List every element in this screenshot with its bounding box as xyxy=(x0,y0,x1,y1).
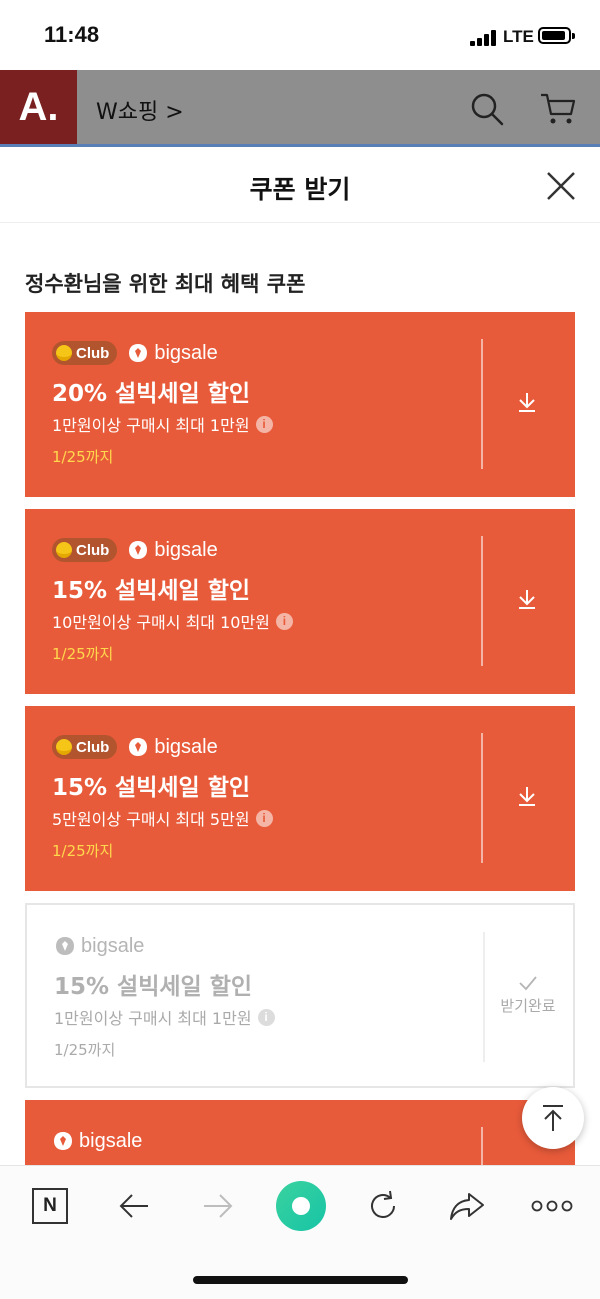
arrow-right-icon xyxy=(204,1194,233,1218)
bigsale-brand: bigsale xyxy=(52,1130,142,1153)
coupon-badges: bigsale xyxy=(54,933,144,959)
naver-home-button[interactable]: N xyxy=(30,1186,70,1226)
info-icon[interactable]: i xyxy=(275,612,293,630)
network-label: LTE xyxy=(503,27,534,46)
club-icon xyxy=(56,739,72,755)
bigsale-brand: bigsale xyxy=(127,341,218,365)
bigsale-label: bigsale xyxy=(154,735,218,758)
coupon-condition: 5만원이상 구매시 최대 5만원 i xyxy=(52,806,273,830)
bigsale-brand: bigsale xyxy=(127,538,218,562)
scroll-top-button[interactable] xyxy=(522,1087,584,1149)
coupon-condition: 1만원이상 구매시 최대 1만원 i xyxy=(52,412,273,436)
coupon-divider xyxy=(481,536,483,666)
bigsale-icon xyxy=(129,738,148,756)
coupon-badges: Club bigsale xyxy=(52,734,218,760)
coupon-title: 15% 설빅세일 할인 xyxy=(54,974,253,1000)
browser-toolbar: N xyxy=(0,1165,600,1299)
info-icon[interactable]: i xyxy=(255,415,273,433)
breadcrumb[interactable]: W쇼핑 > xyxy=(96,94,184,126)
sheet-title: 쿠폰 받기 xyxy=(249,175,351,204)
download-icon[interactable] xyxy=(515,390,539,414)
club-label: Club xyxy=(76,541,110,559)
check-icon xyxy=(519,976,537,991)
naver-n-icon: N xyxy=(32,1188,68,1224)
bigsale-icon xyxy=(129,541,148,559)
coupon-card[interactable]: bigsale xyxy=(25,1100,575,1165)
more-icon xyxy=(531,1200,573,1212)
coupon-badges: Club bigsale xyxy=(52,340,218,366)
club-label: Club xyxy=(76,344,110,362)
more-button[interactable] xyxy=(528,1186,576,1226)
refresh-button[interactable] xyxy=(363,1186,403,1226)
coupon-condition-text: 5만원이상 구매시 최대 5만원 xyxy=(52,810,250,829)
club-label: Club xyxy=(76,738,110,756)
coupon-card[interactable]: Club bigsale 15% 설빅세일 할인 10만원이상 구매시 최대 1… xyxy=(25,509,575,694)
coupon-badges: Club bigsale xyxy=(52,537,218,563)
sheet-header: 쿠폰 받기 xyxy=(0,150,600,223)
coupon-badges: bigsale xyxy=(52,1128,142,1154)
coupon-expiry: 1/25까지 xyxy=(52,448,114,466)
green-dot-button[interactable] xyxy=(276,1181,326,1231)
share-button[interactable] xyxy=(447,1186,487,1226)
club-badge: Club xyxy=(52,538,118,562)
bigsale-label: bigsale xyxy=(154,341,218,364)
bigsale-label: bigsale xyxy=(154,538,218,561)
coupon-expiry: 1/25까지 xyxy=(54,1041,116,1059)
coupon-divider xyxy=(481,733,483,863)
coupon-expiry: 1/25까지 xyxy=(52,842,114,860)
green-dot-icon xyxy=(292,1197,310,1215)
received-label: 받기완료 xyxy=(500,997,556,1015)
arrow-up-icon xyxy=(543,1105,563,1131)
coupon-sheet: 쿠폰 받기 정수환님을 위한 최대 혜택 쿠폰 Club bigsale 20%… xyxy=(0,150,600,1165)
forward-button[interactable] xyxy=(198,1186,238,1226)
club-badge: Club xyxy=(52,735,118,759)
close-icon[interactable] xyxy=(545,170,577,202)
coupon-title: 15% 설빅세일 할인 xyxy=(52,578,251,604)
coupon-condition-text: 1만원이상 구매시 최대 1만원 xyxy=(52,416,250,435)
back-button[interactable] xyxy=(114,1186,154,1226)
info-icon[interactable]: i xyxy=(257,1008,275,1026)
club-badge: Club xyxy=(52,341,118,365)
coupon-divider xyxy=(483,932,485,1062)
coupon-divider xyxy=(481,339,483,469)
info-icon[interactable]: i xyxy=(255,809,273,827)
club-icon xyxy=(56,542,72,558)
coupon-condition-text: 10만원이상 구매시 최대 10만원 xyxy=(52,613,270,632)
bigsale-icon xyxy=(56,937,74,955)
home-indicator xyxy=(193,1276,408,1284)
coupon-condition: 10만원이상 구매시 최대 10만원 i xyxy=(52,609,293,633)
bigsale-icon xyxy=(129,344,148,362)
club-icon xyxy=(56,345,72,361)
section-heading: 정수환님을 위한 최대 혜택 쿠폰 xyxy=(25,272,306,296)
bigsale-brand: bigsale xyxy=(54,935,144,958)
coupon-condition: 1만원이상 구매시 최대 1만원 i xyxy=(54,1005,275,1029)
coupon-title: 15% 설빅세일 할인 xyxy=(52,775,251,801)
coupon-condition-text: 1만원이상 구매시 최대 1만원 xyxy=(54,1009,252,1028)
arrow-left-icon xyxy=(119,1194,148,1218)
bigsale-icon xyxy=(54,1132,72,1150)
coupon-expiry: 1/25까지 xyxy=(52,645,114,663)
download-icon[interactable] xyxy=(515,587,539,611)
coupon-divider xyxy=(481,1127,483,1165)
bigsale-label: bigsale xyxy=(79,1129,143,1152)
bigsale-label: bigsale xyxy=(81,934,145,957)
coupon-title: 20% 설빅세일 할인 xyxy=(52,381,251,407)
app-logo[interactable]: A. xyxy=(0,70,77,144)
bigsale-brand: bigsale xyxy=(127,735,218,759)
coupon-card[interactable]: Club bigsale 20% 설빅세일 할인 1만원이상 구매시 최대 1만… xyxy=(25,312,575,497)
cart-icon[interactable] xyxy=(540,92,576,126)
app-bar: A. W쇼핑 > xyxy=(0,70,600,147)
share-icon xyxy=(450,1193,484,1220)
signal-icon xyxy=(470,30,496,46)
received-status: 받기완료 xyxy=(495,975,561,1016)
coupon-card[interactable]: Club bigsale 15% 설빅세일 할인 5만원이상 구매시 최대 5만… xyxy=(25,706,575,891)
refresh-icon xyxy=(371,1190,395,1218)
download-icon[interactable] xyxy=(515,784,539,808)
status-bar: 11:48 LTE xyxy=(0,0,600,70)
status-time: 11:48 xyxy=(44,22,100,47)
battery-icon xyxy=(538,27,575,44)
coupon-card-received: bigsale 15% 설빅세일 할인 1만원이상 구매시 최대 1만원 i 1/… xyxy=(25,903,575,1088)
search-icon[interactable] xyxy=(470,92,504,126)
